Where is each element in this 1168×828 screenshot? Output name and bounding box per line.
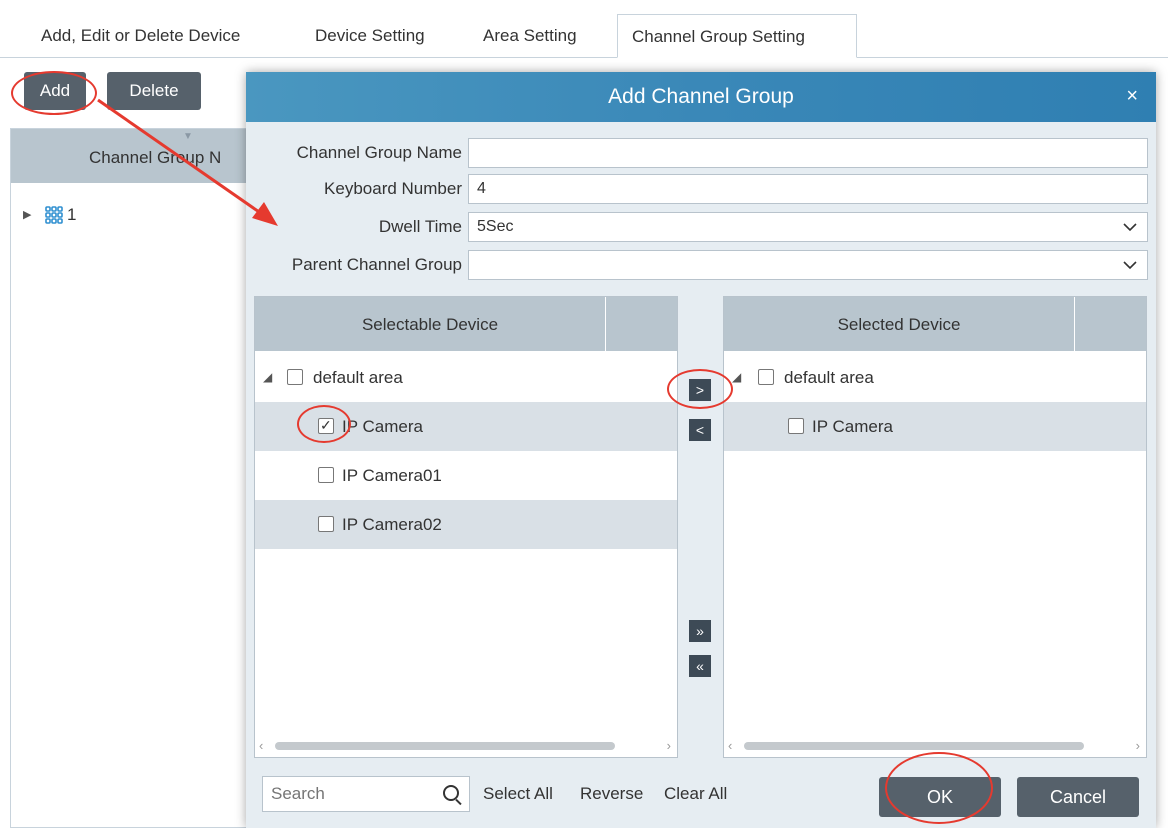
page: Add, Edit or Delete Device Device Settin…: [0, 0, 1168, 828]
annotation-arrow-icon: [97, 98, 278, 226]
